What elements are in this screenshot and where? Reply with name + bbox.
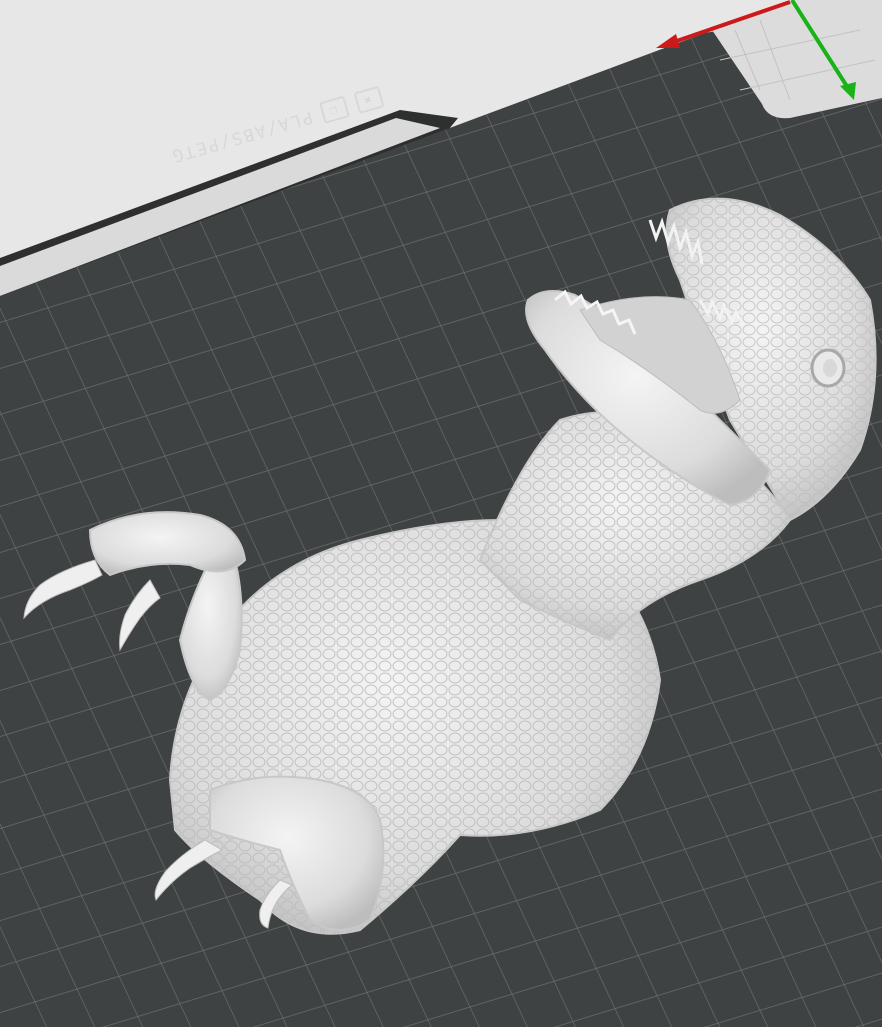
build-plate-scene[interactable]	[0, 0, 882, 1027]
3d-viewport[interactable]: PLA/ABS/PETG ❐ ✖	[0, 0, 882, 1027]
x-axis-arrow-icon	[656, 34, 680, 48]
